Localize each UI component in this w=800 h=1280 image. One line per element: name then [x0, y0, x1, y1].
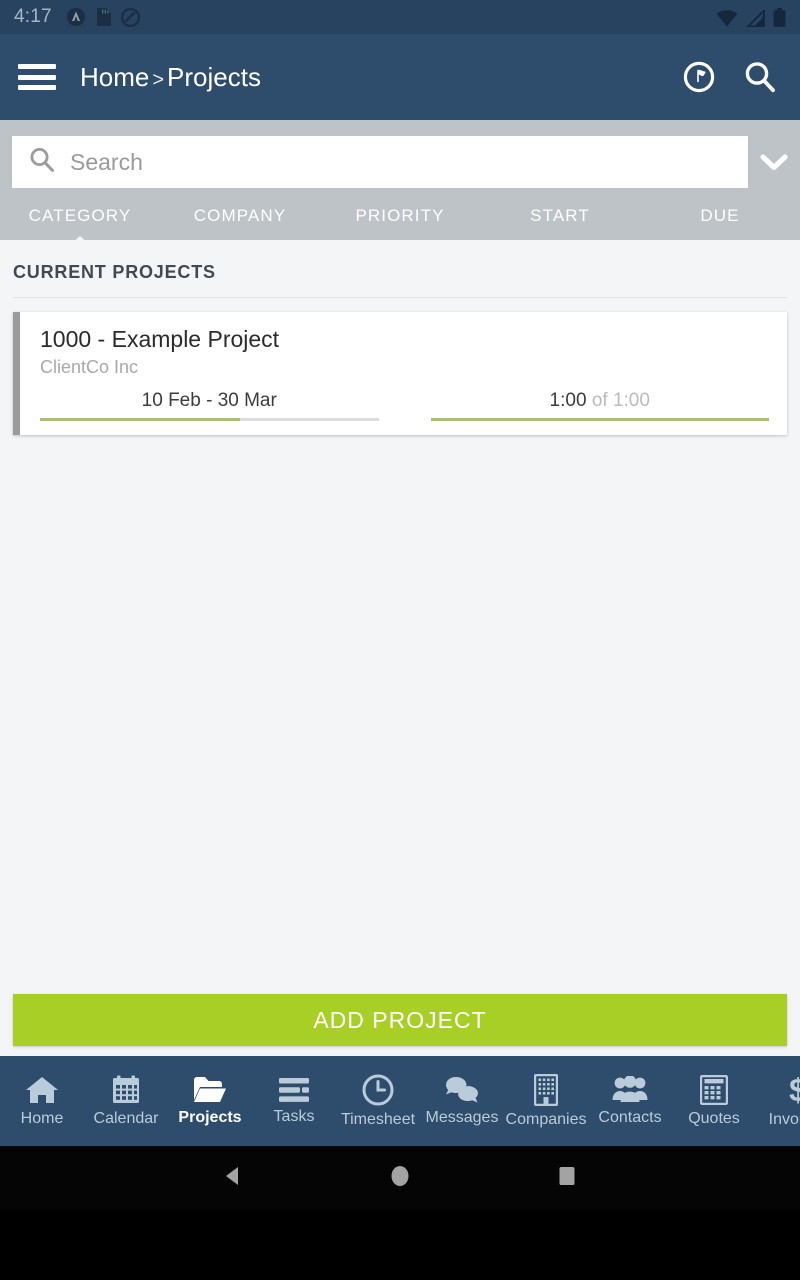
project-meters: 10 Feb - 30 Mar 1:00 of 1:00	[40, 390, 769, 421]
hamburger-menu-icon[interactable]	[18, 64, 56, 90]
android-system-nav	[0, 1146, 800, 1210]
do-not-disturb-icon	[120, 7, 140, 27]
recents-square-icon[interactable]	[555, 1164, 579, 1193]
app-badge-icon	[66, 8, 85, 26]
nav-item-home[interactable]: Home	[0, 1075, 84, 1128]
calendar-icon	[113, 1075, 139, 1103]
time-logged: 1:00	[549, 390, 587, 411]
project-company: ClientCo Inc	[40, 357, 139, 377]
svg-text:$: $	[789, 1074, 800, 1106]
folder-icon	[194, 1076, 226, 1102]
android-status-bar: 4:17	[0, 0, 800, 34]
filter-band: CATEGORY COMPANY PRIORITY START DUE	[0, 120, 800, 246]
tab-label: COMPANY	[193, 206, 287, 225]
time-progress-track	[430, 418, 769, 421]
search-row	[0, 136, 800, 188]
search-icon	[28, 146, 56, 179]
date-range-label: 10 Feb - 30 Mar	[141, 390, 277, 411]
project-title: 1000 - Example Project	[40, 326, 280, 352]
breadcrumb-root[interactable]: Home	[80, 62, 149, 92]
filter-tabs: CATEGORY COMPANY PRIORITY START DUE	[0, 188, 800, 246]
dollar-icon: $	[789, 1074, 800, 1106]
search-input[interactable]	[70, 148, 732, 176]
tab-category[interactable]: CATEGORY	[0, 206, 160, 246]
nav-label: Messages	[425, 1108, 499, 1126]
nav-label: Companies	[505, 1110, 587, 1128]
breadcrumb-separator: >	[152, 68, 165, 91]
nav-item-companies[interactable]: Companies	[504, 1073, 588, 1129]
status-time: 4:17	[14, 6, 52, 27]
breadcrumb: Home > Projects	[80, 62, 261, 93]
project-card[interactable]: 1000 - Example Project ClientCo Inc 10 F…	[13, 312, 787, 435]
nav-item-messages[interactable]: Messages	[420, 1076, 504, 1127]
home-icon	[26, 1076, 58, 1103]
nav-label: Home	[20, 1109, 64, 1127]
search-icon[interactable]	[742, 59, 778, 95]
date-progress-fill	[40, 418, 240, 421]
battery-icon	[773, 7, 786, 27]
nav-item-projects[interactable]: Projects	[168, 1076, 252, 1127]
nav-label: Tasks	[273, 1107, 315, 1125]
nav-item-contacts[interactable]: Contacts	[588, 1075, 672, 1127]
nav-label: Contacts	[598, 1108, 662, 1126]
time-total: 1:00	[612, 390, 650, 411]
time-meter: 1:00 of 1:00	[430, 390, 770, 421]
tab-company[interactable]: COMPANY	[160, 206, 320, 240]
chevron-down-icon	[760, 154, 788, 171]
project-card-accent	[13, 312, 20, 435]
tab-due[interactable]: DUE	[640, 206, 800, 240]
nav-item-calendar[interactable]: Calendar	[84, 1075, 168, 1128]
chat-bubbles-icon	[446, 1076, 478, 1102]
tab-label: START	[530, 206, 590, 225]
home-circle-icon[interactable]	[388, 1164, 412, 1193]
tab-label: CATEGORY	[28, 206, 132, 225]
status-right-icons	[716, 7, 786, 27]
section-title: CURRENT PROJECTS	[13, 262, 216, 282]
date-meter: 10 Feb - 30 Mar	[40, 390, 379, 421]
app-root: 4:17 Home > Projects Search CATEGORY COM…	[0, 0, 800, 1280]
tab-priority[interactable]: PRIORITY	[320, 206, 480, 240]
tab-label: PRIORITY	[355, 206, 445, 225]
date-progress-track	[40, 418, 379, 421]
list-icon	[279, 1077, 309, 1102]
header-actions	[682, 59, 778, 95]
nav-item-quotes[interactable]: Quotes	[672, 1074, 756, 1128]
time-of-word: of	[591, 390, 608, 411]
nav-label: Calendar	[93, 1109, 159, 1127]
sd-card-icon	[96, 8, 111, 26]
people-icon	[612, 1075, 648, 1102]
breadcrumb-current: Projects	[167, 61, 261, 92]
nav-item-timesheet[interactable]: Timesheet	[336, 1074, 420, 1129]
bottom-navigation: Home Calendar Projects Tasks Timesheet M…	[0, 1056, 800, 1146]
nav-label: Quotes	[688, 1109, 740, 1127]
status-left-icons	[66, 7, 140, 27]
time-label: 1:00 of 1:00	[431, 390, 770, 418]
app-header: Home > Projects	[0, 34, 800, 120]
wifi-icon	[716, 9, 738, 26]
tab-label: DUE	[700, 206, 740, 225]
project-list: 1000 - Example Project ClientCo Inc 10 F…	[0, 298, 800, 435]
timer-icon[interactable]	[682, 60, 716, 94]
main-content: CURRENT PROJECTS 1000 - Example Project …	[0, 240, 800, 1056]
nav-label: Projects	[178, 1108, 242, 1126]
add-project-button[interactable]: ADD PROJECT	[13, 994, 787, 1046]
tab-start[interactable]: START	[480, 206, 640, 240]
nav-item-tasks[interactable]: Tasks	[252, 1077, 336, 1126]
building-icon	[534, 1073, 558, 1106]
nav-label: Timesheet	[340, 1110, 416, 1128]
clock-icon	[362, 1074, 394, 1105]
nav-item-invoices[interactable]: $ Invoices	[756, 1074, 800, 1129]
time-progress-fill	[430, 418, 769, 421]
search-box[interactable]	[12, 136, 748, 188]
calculator-icon	[700, 1074, 728, 1105]
back-triangle-icon[interactable]	[221, 1164, 245, 1193]
nav-label: Invoices	[768, 1110, 800, 1128]
cell-signal-icon	[746, 9, 765, 27]
search-expand-button[interactable]	[748, 152, 800, 172]
project-card-body: 1000 - Example Project ClientCo Inc 10 F…	[20, 312, 787, 435]
